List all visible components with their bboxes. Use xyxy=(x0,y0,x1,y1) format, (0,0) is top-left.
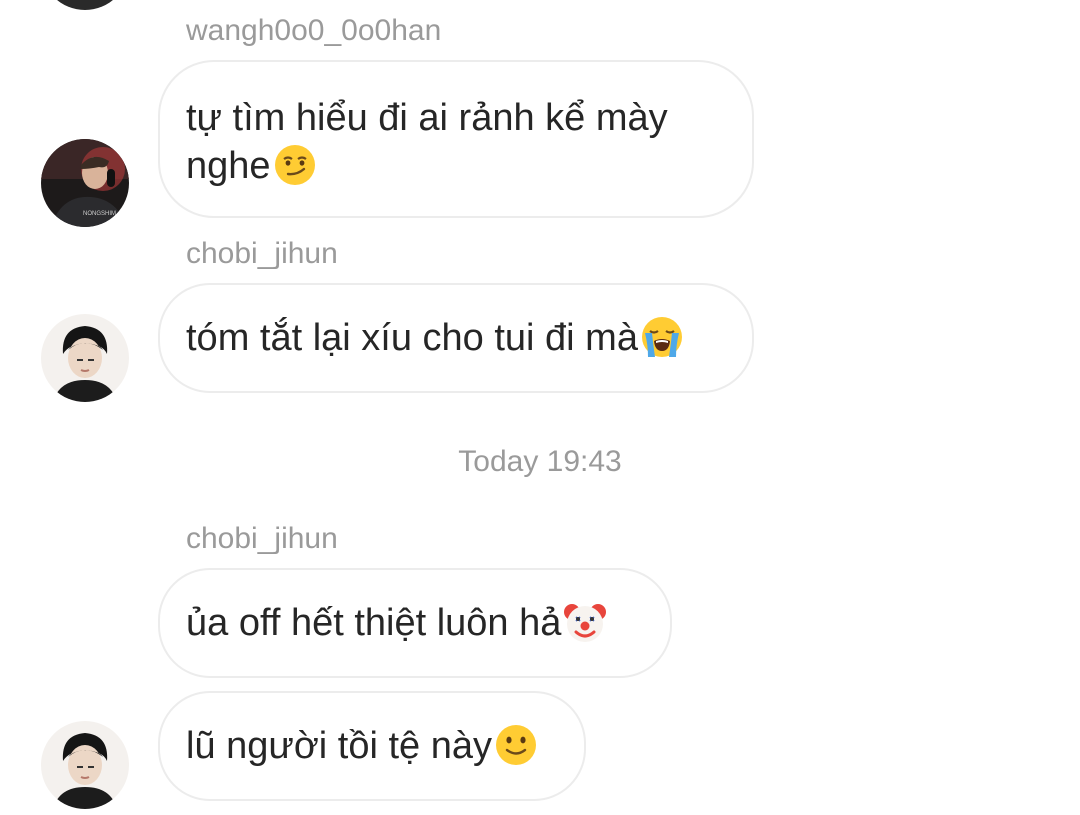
slightly-smiling-face-icon xyxy=(494,723,538,767)
message-text-line: tự tìm hiểu đi ai rảnh kể mày xyxy=(186,97,668,139)
message-bubble[interactable]: ủa off hết thiệt luôn hả xyxy=(158,568,672,678)
loudly-crying-face-icon xyxy=(640,315,684,359)
message-text: tóm tắt lại xíu cho tui đi mà xyxy=(186,317,638,359)
message-text-line: nghe xyxy=(186,145,271,187)
avatar[interactable] xyxy=(41,721,129,809)
smirking-face-icon xyxy=(273,143,317,187)
sender-name: wangh0o0_0o0han xyxy=(186,14,442,47)
timestamp: Today 19:43 xyxy=(458,445,622,478)
clown-face-icon xyxy=(563,600,607,644)
message-bubble[interactable]: tóm tắt lại xíu cho tui đi mà xyxy=(158,283,754,393)
message-text: lũ người tồi tệ này xyxy=(186,725,492,767)
jersey-text: NONGSHIM xyxy=(83,211,116,217)
avatar-partial[interactable] xyxy=(41,0,129,10)
sender-name: chobi_jihun xyxy=(186,522,338,555)
message-bubble[interactable]: tự tìm hiểu đi ai rảnh kể mày nghe xyxy=(158,60,754,218)
message-text: ủa off hết thiệt luôn hả xyxy=(186,602,562,644)
sender-name: chobi_jihun xyxy=(186,237,338,270)
avatar[interactable] xyxy=(41,314,129,402)
message-bubble[interactable]: lũ người tồi tệ này xyxy=(158,691,586,801)
avatar[interactable]: NONGSHIM xyxy=(41,139,129,227)
